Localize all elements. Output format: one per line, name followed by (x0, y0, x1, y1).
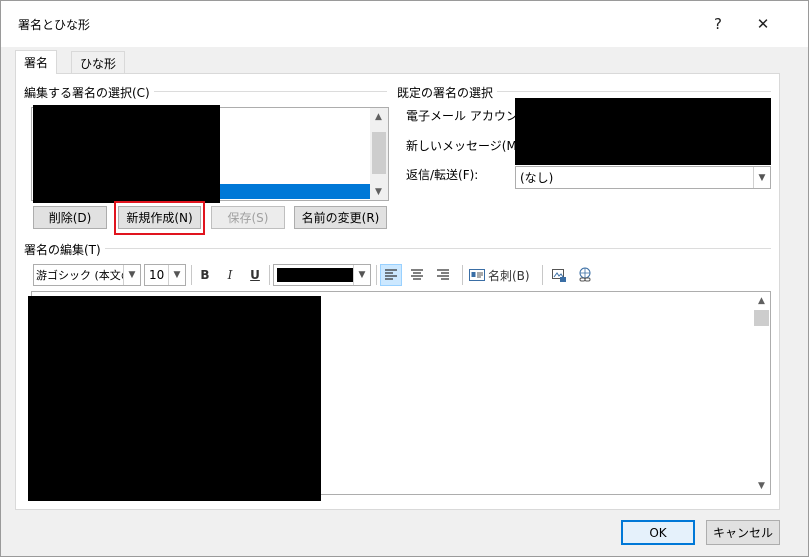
rename-button[interactable]: 名前の変更(R) (294, 206, 387, 229)
toolbar-separator (376, 265, 377, 285)
italic-button[interactable]: I (219, 264, 241, 286)
scroll-up-icon[interactable]: ▲ (370, 108, 387, 125)
bold-button[interactable]: B (194, 264, 216, 286)
edit-signature-group-label: 署名の編集(T) (24, 241, 105, 258)
align-left-icon (385, 269, 397, 280)
editor-scrollbar[interactable]: ▲ ▼ (753, 292, 770, 494)
scroll-up-icon[interactable]: ▲ (753, 292, 770, 309)
chevron-down-icon[interactable]: ▼ (123, 265, 140, 285)
group-divider (105, 248, 771, 249)
group-divider (496, 91, 771, 92)
align-center-icon (411, 269, 423, 280)
close-icon: ✕ (756, 15, 770, 33)
font-size-select[interactable]: 10 ▼ (144, 264, 186, 286)
tab-signature[interactable]: 署名 (15, 50, 58, 74)
selected-signature-row[interactable] (220, 184, 370, 199)
font-family-value: 游ゴシック (本文の (36, 269, 132, 282)
new-messages-label: 新しいメッセージ(M): (406, 139, 526, 153)
delete-button[interactable]: 削除(D) (33, 206, 107, 229)
align-center-button[interactable] (406, 264, 428, 286)
window-title: 署名とひな形 (18, 18, 91, 32)
underline-button[interactable]: U (244, 264, 266, 286)
scroll-down-icon[interactable]: ▼ (370, 183, 387, 200)
business-card-icon (469, 269, 485, 281)
tab-stationery-label: ひな形 (80, 56, 117, 71)
replies-forwards-select[interactable]: (なし) ▼ (515, 166, 771, 189)
chevron-down-icon[interactable]: ▼ (753, 167, 770, 188)
align-right-icon (437, 269, 449, 280)
ok-button[interactable]: OK (621, 520, 695, 545)
redacted-signature-content (28, 296, 321, 501)
toolbar-separator (191, 265, 192, 285)
default-signature-group-label: 既定の署名の選択 (397, 84, 498, 101)
redacted-signature-names (33, 105, 220, 203)
close-button[interactable]: ✕ (743, 11, 783, 37)
toolbar-separator (269, 265, 270, 285)
cancel-button[interactable]: キャンセル (706, 520, 780, 545)
toolbar-separator (542, 265, 543, 285)
signature-dialog: 署名とひな形 ? ✕ 署名 ひな形 編集する署名の選択(C) ▲ ▼ 削除(D)… (0, 0, 809, 557)
picture-icon (552, 269, 566, 282)
replies-label: 返信/転送(F): (406, 168, 479, 182)
scroll-thumb[interactable] (754, 310, 769, 326)
font-size-value: 10 (149, 268, 165, 282)
listbox-scrollbar[interactable]: ▲ ▼ (370, 108, 388, 200)
business-card-label: 名刺(B) (488, 268, 530, 283)
align-left-button[interactable] (380, 264, 402, 286)
scroll-down-icon[interactable]: ▼ (753, 477, 770, 494)
align-right-button[interactable] (432, 264, 454, 286)
group-divider (151, 91, 387, 92)
font-color-swatch (277, 268, 353, 282)
title-bar: 署名とひな形 ? ✕ (1, 1, 808, 47)
help-button[interactable]: ? (698, 11, 738, 37)
save-button[interactable]: 保存(S) (211, 206, 285, 229)
insert-picture-button[interactable] (548, 264, 570, 286)
insert-hyperlink-button[interactable] (574, 264, 596, 286)
tab-signature-label: 署名 (24, 56, 49, 70)
scroll-thumb[interactable] (372, 132, 386, 174)
replies-forwards-value: (なし) (520, 171, 554, 185)
font-family-select[interactable]: 游ゴシック (本文の ▼ (33, 264, 141, 286)
redacted-account-settings (515, 98, 771, 165)
chevron-down-icon[interactable]: ▼ (353, 265, 370, 285)
chevron-down-icon[interactable]: ▼ (168, 265, 185, 285)
hyperlink-icon (579, 267, 591, 282)
new-signature-button[interactable]: 新規作成(N) (118, 206, 201, 229)
business-card-button[interactable]: 名刺(B) (469, 264, 535, 286)
font-color-select[interactable]: ▼ (273, 264, 371, 286)
tab-stationery[interactable]: ひな形 (71, 51, 126, 74)
select-signature-group-label: 編集する署名の選択(C) (24, 84, 154, 101)
toolbar-separator (462, 265, 463, 285)
